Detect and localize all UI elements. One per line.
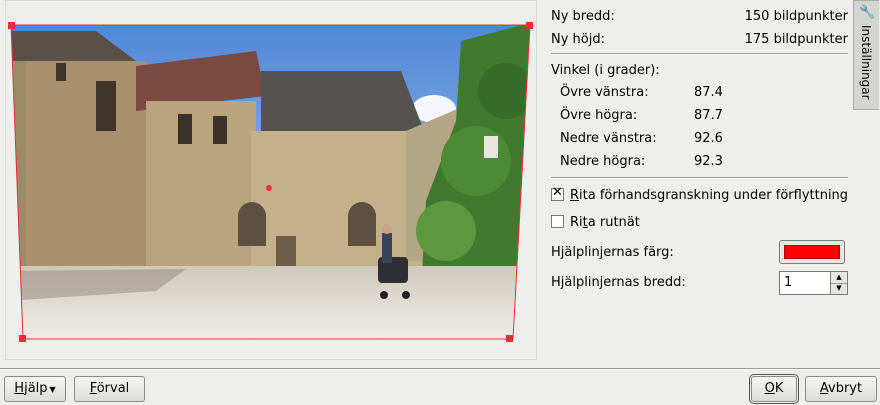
settings-side-tab[interactable]: 🔧 Inställningar bbox=[853, 0, 879, 110]
checkbox-checked[interactable]: ✕ bbox=[551, 185, 564, 201]
defaults-button[interactable]: Förval bbox=[74, 376, 145, 402]
ok-button[interactable]: OK bbox=[749, 374, 799, 404]
angle-value: 92.6 bbox=[694, 131, 723, 146]
cancel-button[interactable]: Avbryt bbox=[805, 376, 877, 402]
new-height-value: 175 bildpunkter bbox=[744, 32, 848, 47]
ok-label: K bbox=[774, 381, 784, 396]
angle-heading: Vinkel (i grader): bbox=[551, 63, 660, 78]
checkbox-label: a rutnät bbox=[587, 215, 640, 230]
angle-label: Nedre högra: bbox=[560, 154, 646, 169]
cancel-label: vbryt bbox=[828, 381, 863, 396]
side-tab-label: Inställningar bbox=[859, 25, 873, 100]
handle-bottom-left[interactable] bbox=[19, 335, 26, 342]
angle-value: 87.7 bbox=[694, 108, 723, 123]
angle-bottom-right: Nedre högra: 92.3 bbox=[560, 152, 723, 172]
handle-bottom-right[interactable] bbox=[506, 335, 513, 342]
draw-grid-checkbox[interactable]: Rita rutnät bbox=[551, 213, 640, 233]
bottom-separator bbox=[0, 368, 880, 370]
checkbox-unchecked[interactable] bbox=[551, 215, 564, 228]
dropdown-arrow-icon: ▼ bbox=[49, 385, 56, 394]
checkbox-label-start: R bbox=[570, 215, 580, 230]
ok-mnemonic: O bbox=[764, 381, 775, 396]
perspective-preview[interactable] bbox=[5, 0, 537, 360]
defaults-mnemonic: F bbox=[89, 381, 97, 396]
defaults-label: örval bbox=[96, 381, 130, 396]
check-mark-icon: ✕ bbox=[552, 185, 563, 200]
wrench-icon: 🔧 bbox=[859, 5, 876, 20]
guide-width-spinbutton[interactable]: 1 ▲ ▼ bbox=[779, 271, 848, 295]
center-handle[interactable] bbox=[266, 185, 272, 191]
preview-during-move-checkbox[interactable]: ✕ Rita förhandsgranskning under förflyttn… bbox=[551, 185, 849, 206]
checkbox-mnemonic: R bbox=[570, 188, 580, 203]
new-width-value: 150 bildpunkter bbox=[744, 9, 848, 24]
angle-value: 92.3 bbox=[694, 154, 723, 169]
help-button[interactable]: Hjälp ▼ bbox=[4, 376, 66, 402]
angle-label: Nedre vänstra: bbox=[560, 131, 657, 146]
angle-label: Övre högra: bbox=[560, 108, 638, 123]
separator bbox=[551, 53, 848, 55]
guide-width-value[interactable]: 1 bbox=[784, 275, 792, 290]
handle-top-left[interactable] bbox=[8, 22, 15, 29]
angle-top-left: Övre vänstra: 87.4 bbox=[560, 83, 723, 103]
cancel-mnemonic: A bbox=[819, 381, 829, 396]
settings-panel: Ny bredd: 150 bildpunkter Ny höjd: 175 b… bbox=[545, 0, 850, 360]
spin-down-icon[interactable]: ▼ bbox=[831, 283, 847, 294]
angle-bottom-left: Nedre vänstra: 92.6 bbox=[560, 129, 723, 149]
guide-color-button[interactable] bbox=[779, 240, 845, 264]
new-height-row: Ny höjd: 175 bildpunkter bbox=[551, 30, 850, 50]
new-width-label: Ny bredd: bbox=[551, 9, 615, 24]
guide-color-swatch bbox=[784, 245, 840, 259]
new-width-row: Ny bredd: 150 bildpunkter bbox=[551, 7, 850, 27]
angle-label: Övre vänstra: bbox=[560, 85, 649, 100]
checkbox-label: ita förhandsgranskning under förflyttnin… bbox=[579, 188, 849, 203]
preview-image bbox=[8, 22, 533, 342]
spin-arrows: ▲ ▼ bbox=[830, 272, 847, 294]
handle-top-right[interactable] bbox=[526, 22, 533, 29]
angle-value: 87.4 bbox=[694, 85, 723, 100]
new-height-label: Ny höjd: bbox=[551, 32, 605, 47]
separator bbox=[551, 177, 848, 179]
help-mnemonic: H bbox=[14, 381, 25, 396]
help-label: jälp bbox=[24, 381, 48, 396]
angle-top-right: Övre högra: 87.7 bbox=[560, 106, 723, 126]
